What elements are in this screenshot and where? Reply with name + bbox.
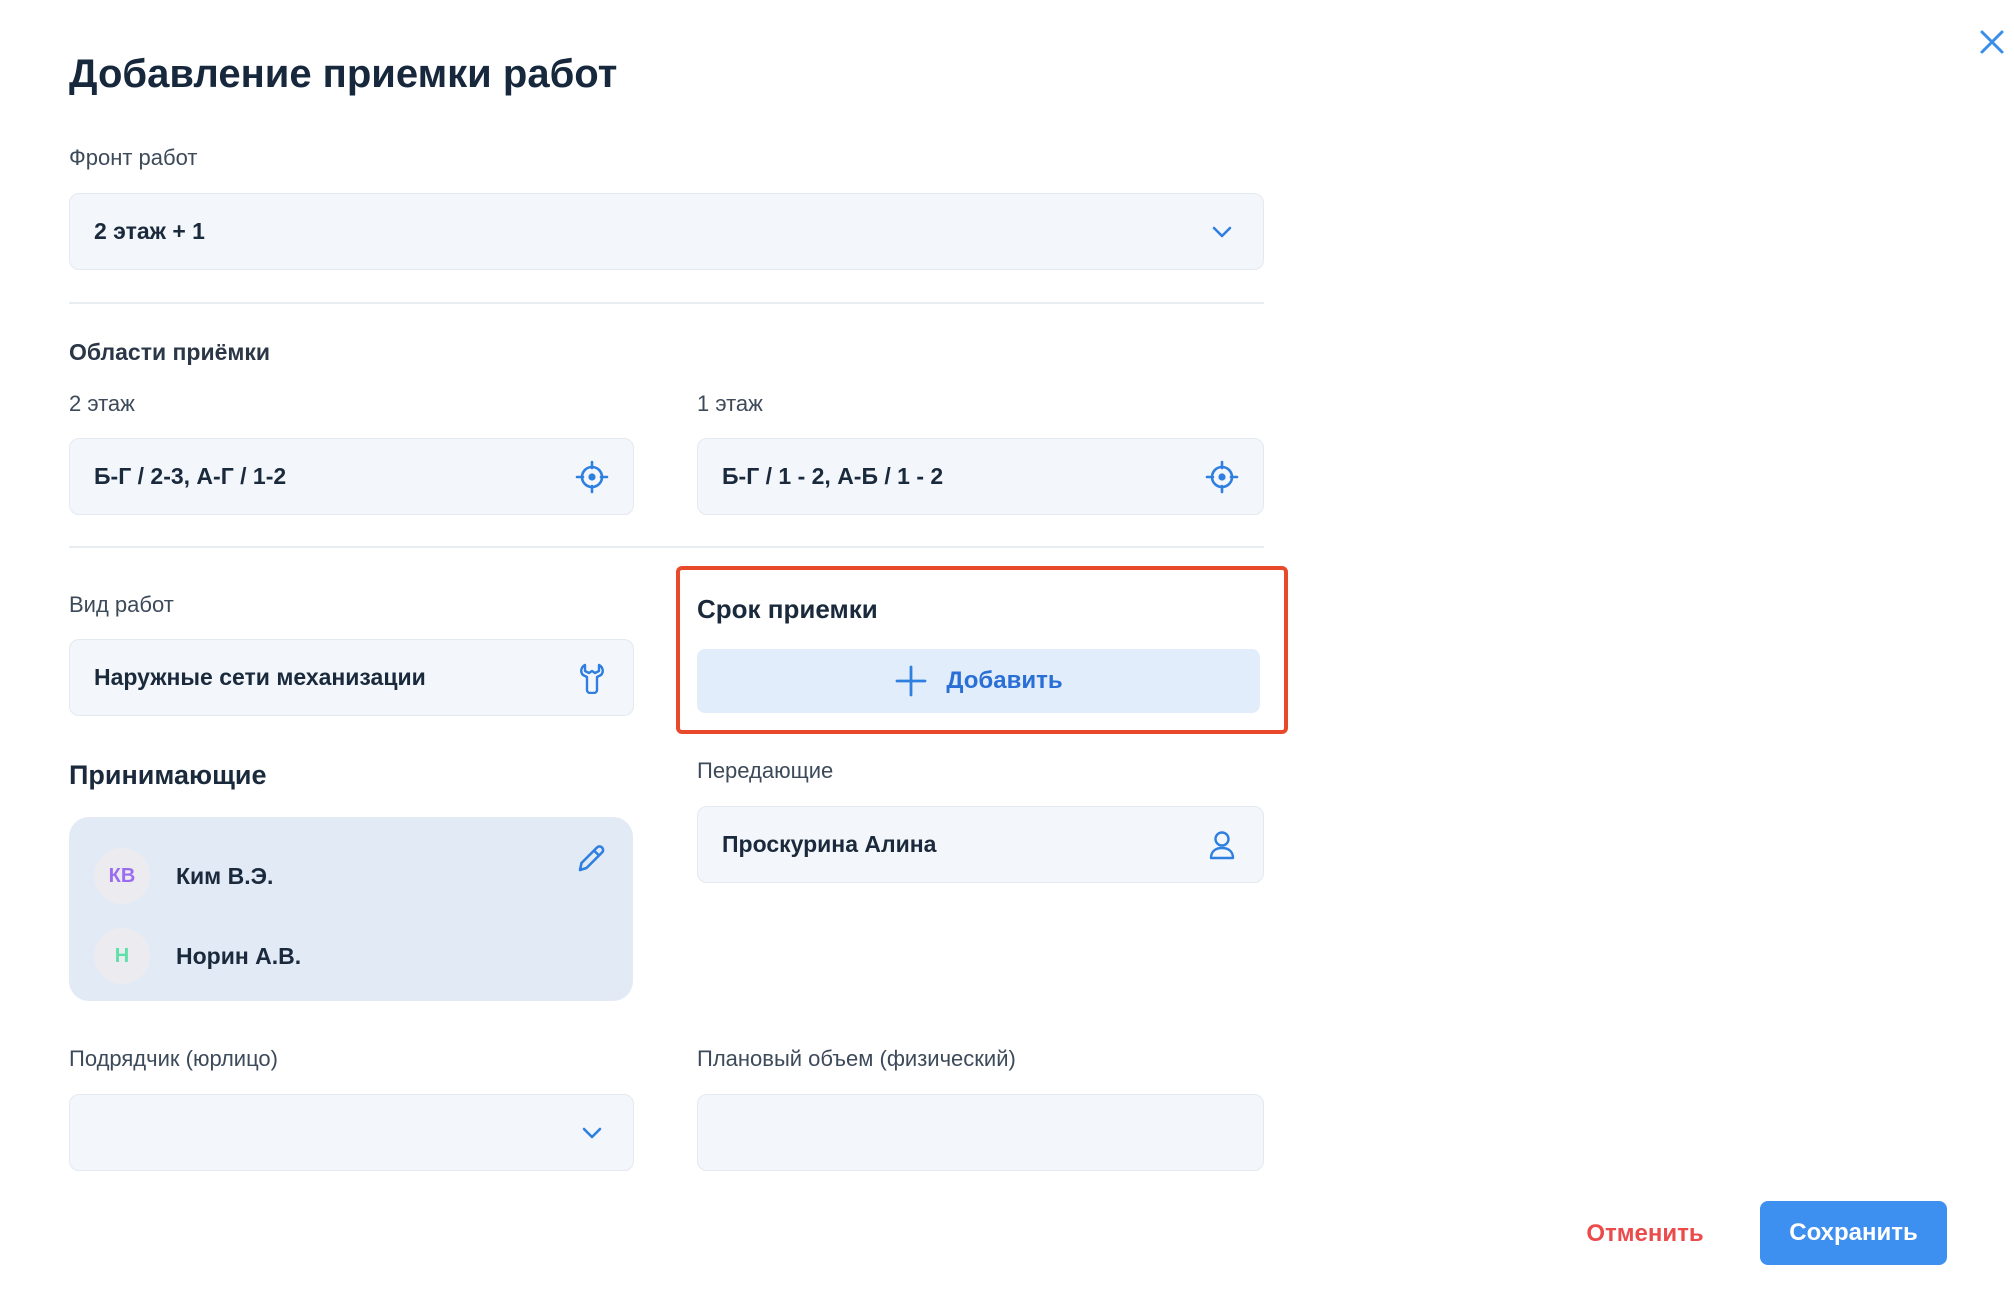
avatar: КВ xyxy=(94,848,150,904)
area-field-floor2[interactable]: Б-Г / 2-3, А-Г / 1-2 xyxy=(69,438,634,515)
chevron-down-icon[interactable] xyxy=(1205,215,1239,249)
volume-label: Плановый объем (физический) xyxy=(697,1046,1016,1071)
receiver-name: Ким В.Э. xyxy=(176,862,274,889)
avatar: Н xyxy=(94,928,150,984)
contractor-label: Подрядчик (юрлицо) xyxy=(69,1046,278,1071)
work-type-field[interactable]: Наружные сети механизации xyxy=(69,639,634,716)
receivers-card[interactable]: КВ Ким В.Э. Н Норин А.В. xyxy=(69,817,633,1001)
divider xyxy=(69,302,1264,304)
area-value-floor1: Б-Г / 1 - 2, А-Б / 1 - 2 xyxy=(722,463,944,489)
work-type-label: Вид работ xyxy=(69,592,174,617)
user-icon[interactable] xyxy=(1205,828,1239,862)
contractor-select[interactable] xyxy=(69,1094,634,1171)
area-label-floor2: 2 этаж xyxy=(69,391,135,416)
senders-label: Передающие xyxy=(697,758,834,783)
volume-input[interactable] xyxy=(697,1094,1264,1171)
area-field-floor1[interactable]: Б-Г / 1 - 2, А-Б / 1 - 2 xyxy=(697,438,1264,515)
receiver-item: Н Норин А.В. xyxy=(94,928,301,984)
work-type-value: Наружные сети механизации xyxy=(94,664,426,690)
target-icon[interactable] xyxy=(1205,460,1239,494)
close-icon xyxy=(1980,30,2004,54)
area-value-floor2: Б-Г / 2-3, А-Г / 1-2 xyxy=(94,463,287,489)
dialog-title: Добавление приемки работ xyxy=(69,52,618,96)
save-button[interactable]: Сохранить xyxy=(1760,1201,1947,1265)
target-icon[interactable] xyxy=(575,460,609,494)
receiver-name: Норин А.В. xyxy=(176,942,302,969)
add-deadline-button[interactable]: Добавить xyxy=(697,649,1260,713)
front-value: 2 этаж + 1 xyxy=(94,218,205,244)
area-label-floor1: 1 этаж xyxy=(697,391,763,416)
front-label: Фронт работ xyxy=(69,145,198,170)
cancel-button[interactable]: Отменить xyxy=(1570,1202,1720,1266)
areas-heading: Области приёмки xyxy=(69,339,271,365)
chevron-down-icon[interactable] xyxy=(575,1116,609,1150)
front-select[interactable]: 2 этаж + 1 xyxy=(69,193,1264,270)
senders-field[interactable]: Проскурина Алина xyxy=(697,806,1264,883)
wrench-icon[interactable] xyxy=(575,661,609,695)
add-deadline-label: Добавить xyxy=(946,667,1063,694)
pencil-icon[interactable] xyxy=(574,842,608,876)
receiver-item: КВ Ким В.Э. xyxy=(94,848,273,904)
deadline-heading: Срок приемки xyxy=(697,594,878,624)
senders-value: Проскурина Алина xyxy=(722,831,937,857)
divider xyxy=(69,546,1264,548)
receivers-heading: Принимающие xyxy=(69,760,267,790)
close-button[interactable] xyxy=(1972,22,2012,62)
plus-icon xyxy=(895,665,927,697)
